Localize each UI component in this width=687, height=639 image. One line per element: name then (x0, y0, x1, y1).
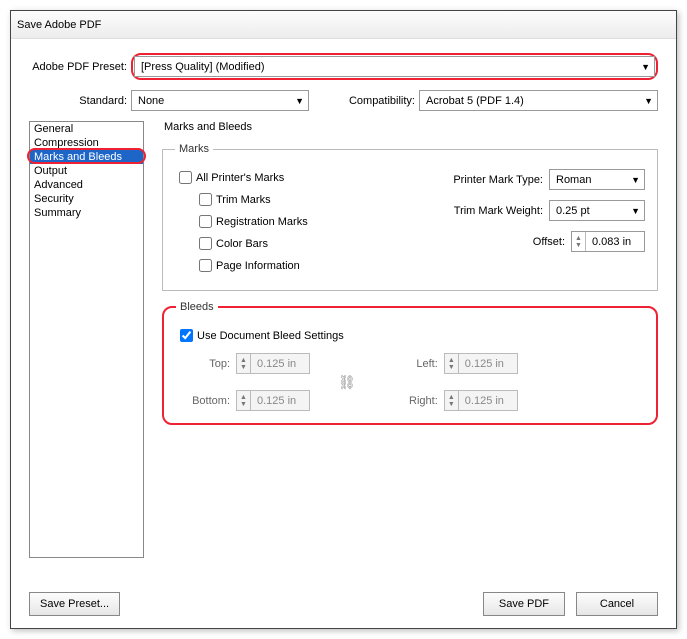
sidebar-item[interactable]: General (30, 122, 143, 136)
chevron-down-icon: ▼ (644, 96, 653, 106)
sidebar-item[interactable]: Advanced (30, 178, 143, 192)
marks-legend: Marks (175, 143, 213, 155)
marks-fieldset: Marks All Printer's Marks Trim Marks Reg… (162, 143, 658, 291)
link-icon: ⛓ (338, 374, 356, 391)
spinner-arrows-icon[interactable]: ▲▼ (572, 232, 586, 251)
spinner-arrows-icon: ▲▼ (445, 354, 459, 373)
cancel-button[interactable]: Cancel (576, 592, 658, 616)
save-pdf-button[interactable]: Save PDF (483, 592, 565, 616)
use-document-bleed-checkbox[interactable]: Use Document Bleed Settings (176, 326, 644, 345)
chevron-down-icon: ▼ (295, 96, 304, 106)
offset-label: Offset: (533, 236, 565, 248)
sidebar-item[interactable]: Summary (30, 206, 143, 220)
sidebar-item[interactable]: Security (30, 192, 143, 206)
compatibility-select[interactable]: Acrobat 5 (PDF 1.4) ▼ (419, 90, 658, 111)
checkbox[interactable] (179, 171, 192, 184)
checkbox[interactable] (199, 259, 212, 272)
bleed-bottom-spinner: ▲▼0.125 in (236, 390, 310, 411)
registration-marks-checkbox[interactable]: Registration Marks (195, 212, 375, 231)
chevron-down-icon: ▼ (641, 62, 650, 72)
sidebar-wrap: GeneralCompressionMarks and BleedsOutput… (29, 121, 144, 558)
checkbox[interactable] (199, 193, 212, 206)
trim-marks-checkbox[interactable]: Trim Marks (195, 190, 375, 209)
all-printers-marks-checkbox[interactable]: All Printer's Marks (175, 168, 375, 187)
bleed-left-label: Left: (384, 358, 438, 370)
bleed-top-spinner: ▲▼0.125 in (236, 353, 310, 374)
compatibility-value: Acrobat 5 (PDF 1.4) (426, 95, 524, 107)
sidebar-item[interactable]: Marks and Bleeds (30, 150, 143, 164)
category-sidebar[interactable]: GeneralCompressionMarks and BleedsOutput… (29, 121, 144, 558)
printer-mark-type-select[interactable]: Roman ▼ (549, 169, 645, 190)
checkbox[interactable] (199, 215, 212, 228)
color-bars-checkbox[interactable]: Color Bars (195, 234, 375, 253)
trim-mark-weight-label: Trim Mark Weight: (454, 205, 543, 217)
save-preset-button[interactable]: Save Preset... (29, 592, 120, 616)
preset-label: Adobe PDF Preset: (29, 61, 131, 73)
save-pdf-dialog: Save Adobe PDF Adobe PDF Preset: [Press … (10, 10, 677, 629)
section-title: Marks and Bleeds (164, 121, 658, 133)
page-information-checkbox[interactable]: Page Information (195, 256, 375, 275)
bleeds-fieldset: Bleeds Use Document Bleed Settings Top: … (162, 301, 658, 425)
checkbox[interactable] (180, 329, 193, 342)
preset-select[interactable]: [Press Quality] (Modified) ▼ (134, 56, 655, 77)
preset-value: [Press Quality] (Modified) (141, 61, 264, 73)
window-title: Save Adobe PDF (17, 19, 101, 31)
offset-spinner[interactable]: ▲▼ 0.083 in (571, 231, 645, 252)
checkbox[interactable] (199, 237, 212, 250)
titlebar: Save Adobe PDF (11, 11, 676, 39)
spinner-arrows-icon: ▲▼ (237, 354, 251, 373)
bleed-right-label: Right: (384, 395, 438, 407)
spinner-arrows-icon: ▲▼ (445, 391, 459, 410)
chevron-down-icon: ▼ (631, 175, 640, 185)
printer-mark-type-label: Printer Mark Type: (453, 174, 543, 186)
chevron-down-icon: ▼ (631, 206, 640, 216)
trim-mark-weight-select[interactable]: 0.25 pt ▼ (549, 200, 645, 221)
bleed-left-spinner: ▲▼0.125 in (444, 353, 518, 374)
bleed-bottom-label: Bottom: (176, 395, 230, 407)
spinner-arrows-icon: ▲▼ (237, 391, 251, 410)
bleed-top-label: Top: (176, 358, 230, 370)
sidebar-item[interactable]: Compression (30, 136, 143, 150)
standard-value: None (138, 95, 164, 107)
bleeds-legend: Bleeds (176, 301, 218, 313)
sidebar-item[interactable]: Output (30, 164, 143, 178)
compatibility-label: Compatibility: (309, 95, 419, 107)
standard-label: Standard: (29, 95, 131, 107)
bleed-right-spinner: ▲▼0.125 in (444, 390, 518, 411)
standard-select[interactable]: None ▼ (131, 90, 309, 111)
